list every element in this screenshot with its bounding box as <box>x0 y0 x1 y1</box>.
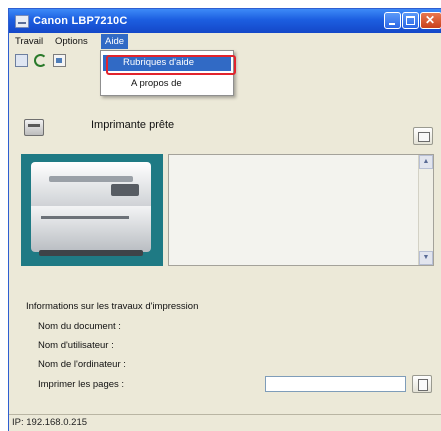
printer-status-icon <box>24 119 44 136</box>
status-window-icon[interactable] <box>15 54 28 67</box>
refresh-icon[interactable] <box>34 54 47 67</box>
window-title: Canon LBP7210C <box>33 15 128 27</box>
menu-travail[interactable]: Travail <box>11 34 47 49</box>
print-queue-icon[interactable] <box>53 54 66 67</box>
print-pages-button[interactable] <box>412 375 432 393</box>
printer-app-icon <box>15 15 29 28</box>
printer-control-panel <box>111 184 139 196</box>
printer-status-text: Imprimante prête <box>91 119 175 131</box>
printer-status-window: Canon LBP7210C Travail Options Aide Impr… <box>8 8 441 431</box>
computer-name-label: Nom de l'ordinateur : <box>38 359 126 370</box>
document-name-label: Nom du document : <box>38 321 121 332</box>
message-scrollbar[interactable]: ▲ ▼ <box>418 155 433 265</box>
menu-bar: Travail Options Aide <box>9 33 441 50</box>
print-pages-field[interactable] <box>265 376 406 392</box>
job-info-title: Informations sur les travaux d'impressio… <box>26 301 199 312</box>
menu-aide[interactable]: Aide <box>101 34 129 49</box>
menu-item-a-propos[interactable]: A propos de <box>103 76 231 92</box>
scroll-down-icon[interactable]: ▼ <box>419 251 433 265</box>
menu-options[interactable]: Options <box>51 34 92 49</box>
title-bar[interactable]: Canon LBP7210C <box>9 9 441 33</box>
status-info-button[interactable] <box>413 127 433 145</box>
user-name-label: Nom d'utilisateur : <box>38 340 114 351</box>
ip-address: IP: 192.168.0.215 <box>12 417 88 428</box>
printer-front <box>31 206 151 252</box>
callout-highlight-box <box>106 55 236 75</box>
status-bar: IP: 192.168.0.215 <box>9 414 441 431</box>
print-pages-label: Imprimer les pages : <box>38 379 125 390</box>
printer-paper-slot <box>41 216 129 219</box>
maximize-button[interactable] <box>402 12 419 29</box>
printer-image <box>21 154 163 266</box>
printer-base <box>39 250 143 256</box>
scroll-up-icon[interactable]: ▲ <box>419 155 433 169</box>
close-button[interactable] <box>420 12 441 29</box>
message-area: ▲ ▼ <box>168 154 434 266</box>
minimize-button[interactable] <box>384 12 401 29</box>
